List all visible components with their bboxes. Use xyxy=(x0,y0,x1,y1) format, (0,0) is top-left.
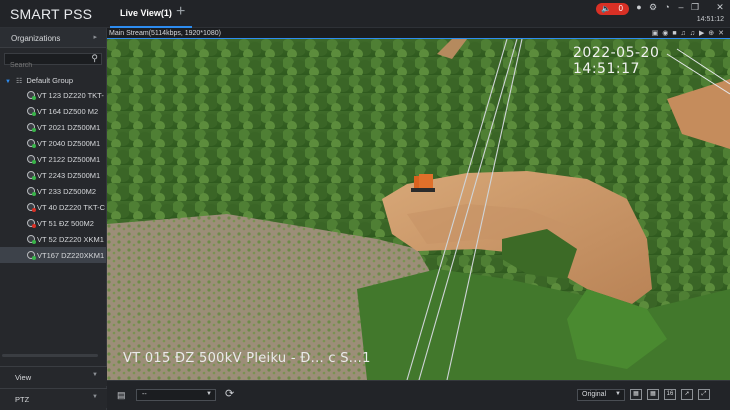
device-label: VT 51 ĐZ 500M2 xyxy=(37,219,94,228)
layout-4-icon[interactable]: ▦ xyxy=(630,389,642,400)
osd-channel-name: VT 015 ĐZ 500kV Pleiku - Đ... c S...1 xyxy=(123,351,371,366)
device-tree: ▼ ☷ Default Group VT 123 DZ220 TKT- VT 164… xyxy=(0,73,106,263)
layout-16-button[interactable]: 16 xyxy=(664,389,676,400)
device-item[interactable]: VT 52 DZ220 XKM1 xyxy=(0,231,106,247)
device-item[interactable]: VT 123 DZ220 TKT- xyxy=(0,87,106,103)
preset-select[interactable]: -- ▼ xyxy=(136,389,216,401)
refresh-icon[interactable]: ⟳ xyxy=(225,387,234,400)
device-item[interactable]: VT 2040 DZ500M1 xyxy=(0,135,106,151)
device-label: VT 164 DZ500 M2 xyxy=(37,107,99,116)
gauge-icon[interactable]: ◔ xyxy=(661,2,673,12)
app-brand: SMART PSS xyxy=(10,6,93,22)
stream-info: Main Stream(5114kbps, 1920*1080) xyxy=(109,30,221,37)
custom-layout-icon[interactable]: ➚ xyxy=(681,389,693,400)
device-item[interactable]: VT167 DZ220XKM1 xyxy=(0,247,106,263)
minimize-icon[interactable]: – xyxy=(675,2,687,12)
save-view-icon[interactable]: ▤ xyxy=(117,390,126,401)
device-label: VT 52 DZ220 XKM1 xyxy=(37,235,104,244)
view-panel-header[interactable]: View ▼ xyxy=(0,366,107,386)
camera-status-icon xyxy=(27,219,36,228)
device-item[interactable]: VT 2243 DZ500M1 xyxy=(0,167,106,183)
talk-icon[interactable]: ♫ xyxy=(681,30,686,37)
camera-image xyxy=(107,39,730,380)
add-tab-button[interactable]: + xyxy=(176,4,185,20)
clock: 14:51:12 xyxy=(696,16,724,23)
speaker-icon: 🔈 xyxy=(601,4,611,13)
expand-icon[interactable]: ▼ xyxy=(5,79,11,85)
preset-value: -- xyxy=(142,391,147,398)
play-icon[interactable]: ▶ xyxy=(699,30,704,37)
sidebar: Organizations ▸ ⚲ ▼ ☷ Default Group VT 12… xyxy=(0,28,107,410)
chevron-down-icon: ▼ xyxy=(206,391,212,397)
camera-status-icon xyxy=(27,235,36,244)
camera-status-icon xyxy=(27,251,36,260)
bottom-toolbar: ▤ -- ▼ ⟳ Original ▼ ▦ ▦ 16 ➚ ⤢ xyxy=(107,380,730,410)
device-item[interactable]: VT 40 DZ220 TKT-C xyxy=(0,199,106,215)
window-mode-icon[interactable]: ▣ xyxy=(652,30,659,37)
organizations-header[interactable]: Organizations ▸ xyxy=(0,28,106,48)
audio-icon[interactable]: ♫ xyxy=(690,30,695,37)
chevron-down-icon: ▼ xyxy=(92,372,98,378)
camera-status-icon xyxy=(27,139,36,148)
camera-status-icon xyxy=(27,187,36,196)
group-label: Default Group xyxy=(26,76,74,85)
sidebar-scrollbar[interactable] xyxy=(2,354,98,357)
org-tree-icon: ☷ xyxy=(15,78,23,85)
fullscreen-icon[interactable]: ⤢ xyxy=(698,389,710,400)
ptz-label: PTZ xyxy=(15,395,30,404)
device-label: VT 233 DZ500M2 xyxy=(37,187,97,196)
device-label: VT 40 DZ220 TKT-C xyxy=(37,203,106,212)
view-label: View xyxy=(15,373,32,382)
alarm-badge[interactable]: 🔈 0 xyxy=(596,3,629,15)
layout-9-icon[interactable]: ▦ xyxy=(647,389,659,400)
camera-status-icon xyxy=(27,123,36,132)
chevron-right-icon: ▸ xyxy=(93,34,97,41)
camera-status-icon xyxy=(27,107,36,116)
record-icon[interactable]: ■ xyxy=(672,30,676,37)
title-bar: SMART PSS Live View(1) + 🔈 0 ● ⚙ ◔ – ❐ ✕… xyxy=(0,0,730,28)
chevron-down-icon: ▼ xyxy=(92,394,98,400)
restore-icon[interactable]: ❐ xyxy=(689,2,701,13)
osd-timestamp: 2022-05-20 14:51:17 xyxy=(573,45,660,77)
gear-icon[interactable]: ⚙ xyxy=(647,2,659,13)
device-search[interactable]: ⚲ xyxy=(4,53,102,71)
group-default[interactable]: ▼ ☷ Default Group xyxy=(0,73,106,87)
camera-status-icon xyxy=(27,171,36,180)
stream-info-bar: Main Stream(5114kbps, 1920*1080) ▣ ◉ ■ ♫… xyxy=(107,28,730,39)
chevron-down-icon: ▼ xyxy=(615,391,621,397)
ptz-panel-header[interactable]: PTZ ▼ xyxy=(0,388,107,408)
alarm-count: 0 xyxy=(618,4,623,13)
video-pane[interactable]: Main Stream(5114kbps, 1920*1080) ▣ ◉ ■ ♫… xyxy=(107,28,730,380)
scale-select[interactable]: Original ▼ xyxy=(577,389,625,401)
device-item[interactable]: VT 164 DZ500 M2 xyxy=(0,103,106,119)
close-video-icon[interactable]: ✕ xyxy=(718,30,724,37)
camera-status-icon xyxy=(27,155,36,164)
zoom-in-icon[interactable]: ⊕ xyxy=(708,30,714,37)
search-input[interactable] xyxy=(5,60,85,71)
organizations-label: Organizations xyxy=(11,34,61,43)
search-icon[interactable]: ⚲ xyxy=(91,53,98,64)
camera-status-icon xyxy=(27,203,36,212)
device-item[interactable]: VT 2021 DZ500M1 xyxy=(0,119,106,135)
camera-status-icon xyxy=(27,91,36,100)
user-icon[interactable]: ● xyxy=(633,2,645,12)
device-item[interactable]: VT 51 ĐZ 500M2 xyxy=(0,215,106,231)
device-label: VT 2021 DZ500M1 xyxy=(37,123,101,132)
device-label: VT 2040 DZ500M1 xyxy=(37,139,101,148)
device-item[interactable]: VT 233 DZ500M2 xyxy=(0,183,106,199)
device-item[interactable]: VT 2122 DZ500M1 xyxy=(0,151,106,167)
scale-value: Original xyxy=(582,391,607,398)
camera-feed[interactable]: 2022-05-20 14:51:17 VT 015 ĐZ 500kV Plei… xyxy=(107,39,730,380)
device-label: VT 2122 DZ500M1 xyxy=(37,155,101,164)
device-label: VT 2243 DZ500M1 xyxy=(37,171,101,180)
device-label: VT 123 DZ220 TKT- xyxy=(37,91,104,100)
snapshot-icon[interactable]: ◉ xyxy=(662,30,668,37)
device-label: VT167 DZ220XKM1 xyxy=(37,251,105,260)
close-icon[interactable]: ✕ xyxy=(714,2,726,13)
